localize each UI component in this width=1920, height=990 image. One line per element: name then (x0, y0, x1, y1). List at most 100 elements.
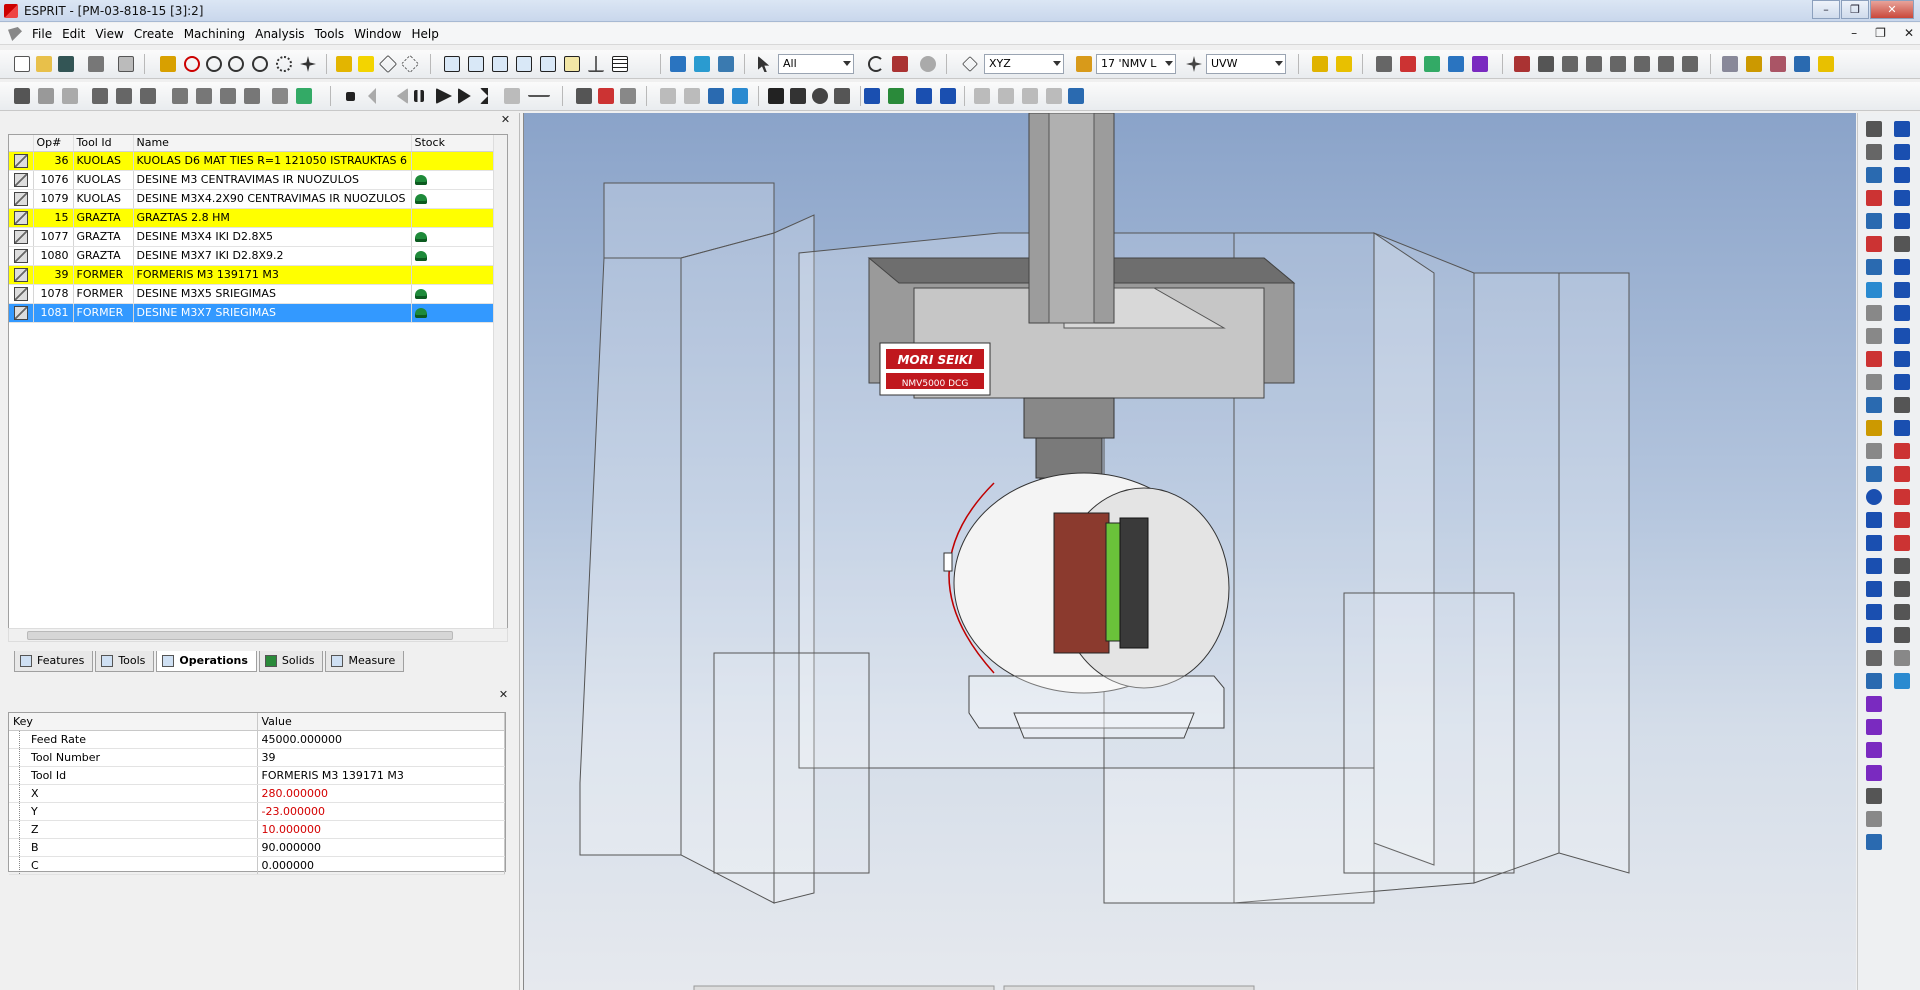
feature-trim-icon[interactable] (1894, 604, 1910, 620)
tab-operations[interactable]: Operations (156, 651, 257, 672)
table-row[interactable]: 36 KUOLAS KUOLAS D6 MAT TIES R=1 121050 IS… (9, 151, 495, 171)
feature-chain-icon[interactable] (1424, 56, 1440, 72)
property-row[interactable]: Y -23.000000 (9, 802, 505, 821)
cylinder-icon[interactable] (1866, 535, 1882, 551)
display-option4-icon[interactable] (1046, 88, 1062, 104)
cone-icon[interactable] (1866, 512, 1882, 528)
stock-icon[interactable] (414, 308, 427, 318)
property-row[interactable]: Tool Id FORMERIS M3 139171 M3 (9, 766, 505, 785)
property-row[interactable]: Feed Rate 45000.000000 (9, 730, 505, 749)
table-row[interactable]: 1079 KUOLAS DESINE M3X4.2X90 CENTRAVIMAS I… (9, 189, 495, 209)
document-menu-icon[interactable] (8, 27, 22, 41)
pocket-icon[interactable] (244, 88, 260, 104)
feature-icon[interactable] (1400, 56, 1416, 72)
stop-icon[interactable] (346, 92, 355, 101)
view-iso-icon[interactable] (564, 56, 580, 72)
play-icon[interactable] (436, 88, 452, 104)
column-key[interactable]: Key (9, 713, 258, 731)
trim-icon[interactable] (1866, 305, 1882, 321)
fixture-solid-icon[interactable] (940, 88, 956, 104)
property-value[interactable]: 10.000000 (257, 820, 505, 839)
shaded-edges-icon[interactable] (358, 56, 374, 72)
feature-circle-icon[interactable] (1894, 535, 1910, 551)
help-icon[interactable] (1818, 56, 1834, 72)
property-row[interactable]: C 0.000000 (9, 856, 505, 875)
align-normal-icon[interactable] (1682, 56, 1698, 72)
open-folder-icon[interactable] (36, 56, 52, 72)
tab-tools[interactable]: Tools (95, 651, 155, 672)
record-icon[interactable] (920, 56, 936, 72)
drill-icon[interactable] (172, 88, 188, 104)
display-option1-icon[interactable] (974, 88, 990, 104)
surface-icon[interactable] (1866, 811, 1882, 827)
draw-line-icon[interactable] (1866, 121, 1882, 137)
column-tool-id[interactable]: Tool Id (73, 135, 134, 152)
column-op[interactable]: Op# (33, 135, 74, 152)
heal-icon[interactable] (1866, 788, 1882, 804)
loft-icon[interactable] (1866, 673, 1882, 689)
property-value[interactable]: -23.000000 (257, 802, 505, 821)
property-row[interactable]: X 280.000000 (9, 784, 505, 803)
graphics-viewport[interactable]: MORI SEIKI NMV5000 DCG (523, 113, 1856, 990)
fillet-icon[interactable] (1866, 351, 1882, 367)
draw-rect-icon[interactable] (1866, 213, 1882, 229)
simulation-stock-icon[interactable] (296, 88, 312, 104)
feature-spiral-icon[interactable] (1894, 443, 1910, 459)
feature-pocket-2-icon[interactable] (1894, 144, 1910, 160)
property-value[interactable]: 90.000000 (257, 838, 505, 857)
stock-icon[interactable] (414, 194, 427, 204)
delete-icon[interactable] (892, 56, 908, 72)
align-x-icon[interactable] (1562, 56, 1578, 72)
menu-help[interactable]: Help (411, 27, 438, 41)
solid-icon[interactable] (1514, 56, 1530, 72)
axes-icon[interactable] (588, 56, 604, 72)
workplane-origin-icon[interactable] (694, 56, 710, 72)
draw-spline-icon[interactable] (1866, 259, 1882, 275)
step-forward-icon[interactable] (458, 88, 471, 104)
close-icon[interactable]: ✕ (498, 689, 509, 701)
tool-holder-icon[interactable] (576, 88, 592, 104)
table-row-selected[interactable]: 1081 FORMER DESINE M3X7 SRIEGIMAS (9, 303, 495, 323)
coordinate-icon[interactable] (962, 56, 978, 72)
feature-line-icon[interactable] (1894, 558, 1910, 574)
speed-slider-icon[interactable] (528, 88, 550, 97)
doc-close-button[interactable]: ✕ (1904, 26, 1914, 40)
esprit-app-icon[interactable] (4, 4, 18, 18)
property-value[interactable]: 0.000000 (257, 856, 505, 875)
tool-edit-icon[interactable] (38, 88, 54, 104)
operation-icon[interactable] (92, 88, 108, 104)
stock-icon[interactable] (414, 175, 427, 185)
doc-restore-button[interactable]: ❐ (1875, 26, 1886, 40)
feature-face-icon[interactable] (1894, 167, 1910, 183)
column-name[interactable]: Name (133, 135, 412, 152)
solid-edit-icon[interactable] (1538, 56, 1554, 72)
rotate-icon[interactable] (1866, 466, 1882, 482)
stock-icon[interactable] (414, 251, 427, 261)
end-icon[interactable] (504, 88, 520, 104)
extrude-icon[interactable] (1866, 604, 1882, 620)
print-icon[interactable] (88, 56, 104, 72)
vertical-scrollbar[interactable] (493, 135, 507, 638)
view-front-icon[interactable] (468, 56, 484, 72)
simulation-setup-icon[interactable] (272, 88, 288, 104)
menu-machining[interactable]: Machining (184, 27, 245, 41)
pencil-icon[interactable] (160, 56, 176, 72)
display-option2-icon[interactable] (998, 88, 1014, 104)
revolve-icon[interactable] (1866, 627, 1882, 643)
pan-icon[interactable] (300, 56, 316, 72)
align-w-icon[interactable] (1634, 56, 1650, 72)
shell-icon[interactable] (1866, 719, 1882, 735)
mesh-icon[interactable] (1866, 834, 1882, 850)
mill-icon[interactable] (196, 88, 212, 104)
new-file-icon[interactable] (14, 56, 30, 72)
table-row[interactable]: 1078 FORMER DESINE M3X5 SRIEGIMAS (9, 284, 495, 304)
uvw-dropdown[interactable]: UVW (1206, 54, 1286, 74)
green-stock-icon[interactable] (888, 88, 904, 104)
horizontal-scrollbar[interactable] (8, 628, 508, 642)
property-value[interactable]: FORMERIS M3 139171 M3 (257, 766, 505, 785)
blue-solid-icon[interactable] (864, 88, 880, 104)
feature-thread-icon[interactable] (1894, 305, 1910, 321)
undo-icon[interactable] (868, 56, 884, 72)
property-row[interactable]: Tool Number 39 (9, 748, 505, 767)
snapshot-icon[interactable] (834, 88, 850, 104)
